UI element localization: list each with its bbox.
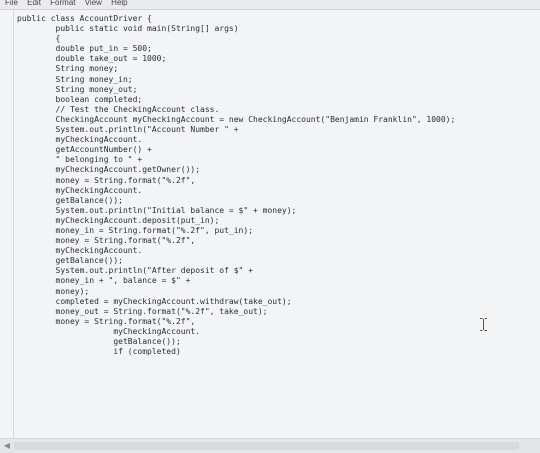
horizontal-scrollbar[interactable]: ◀ [0, 438, 540, 453]
code-line: money = String.format("%.2f", [17, 175, 196, 185]
code-line: getAccountNumber() + [17, 145, 152, 155]
menu-bar: File Edit Format View Help [0, 0, 540, 10]
code-line: money_out = String.format("%.2f", take_o… [17, 306, 268, 316]
code-line: " belonging to " + [17, 155, 143, 165]
menu-view[interactable]: View [85, 0, 102, 7]
code-line: getBalance()); [17, 337, 181, 346]
code-line: double put_in = 500; [17, 44, 152, 54]
scroll-left-arrow-icon[interactable]: ◀ [2, 441, 12, 451]
code-line: System.out.println("After deposit of $" … [17, 266, 254, 276]
code-line: String money_in; [17, 74, 133, 84]
code-line: money_in = String.format("%.2f", put_in)… [17, 225, 254, 235]
text-cursor-icon [480, 318, 487, 331]
code-line: if (completed) [17, 347, 181, 357]
code-line: myCheckingAccount.getOwner()); [17, 165, 201, 175]
editor-left-border [13, 10, 14, 450]
code-line: double take_out = 1000; [17, 54, 167, 64]
scrollbar-thumb[interactable] [14, 442, 519, 450]
code-line: money = String.format("%.2f", [17, 316, 196, 326]
notepad-window: File Edit Format View Help public class … [0, 0, 540, 453]
code-line: System.out.println("Account Number " + [17, 125, 239, 135]
code-line: myCheckingAccount. [17, 135, 143, 145]
code-line: money_in + ", balance = $" + [17, 276, 191, 286]
menu-help[interactable]: Help [111, 0, 127, 7]
code-line: getBalance()); [17, 256, 123, 266]
code-line: CheckingAccount myCheckingAccount = new … [17, 114, 456, 124]
code-line: money); [17, 286, 90, 296]
text-editor-area[interactable]: public class AccountDriver { public stat… [0, 10, 540, 453]
code-line: myCheckingAccount. [17, 326, 201, 336]
code-line: String money_out; [17, 84, 138, 94]
code-line: getBalance()); [17, 195, 123, 205]
code-line: String money; [17, 64, 119, 74]
code-line: boolean completed; [17, 94, 143, 104]
code-line: public static void main(String[] args) [17, 24, 239, 34]
code-line: myCheckingAccount.deposit(put_in); [17, 215, 220, 225]
code-line: System.out.println("Initial balance = $"… [17, 205, 297, 215]
code-line: // Test the CheckingAccount class. [17, 104, 220, 114]
menu-file[interactable]: File [5, 0, 18, 7]
menu-format[interactable]: Format [50, 0, 75, 7]
code-line: myCheckingAccount. [17, 246, 143, 256]
code-line: public class AccountDriver { [17, 14, 152, 23]
code-line: myCheckingAccount. [17, 185, 143, 195]
menu-edit[interactable]: Edit [27, 0, 41, 7]
code-line: completed = myCheckingAccount.withdraw(t… [17, 296, 292, 306]
code-line: money = String.format("%.2f", [17, 236, 196, 246]
code-text: public class AccountDriver { public stat… [17, 14, 455, 357]
code-line: { [17, 34, 61, 44]
